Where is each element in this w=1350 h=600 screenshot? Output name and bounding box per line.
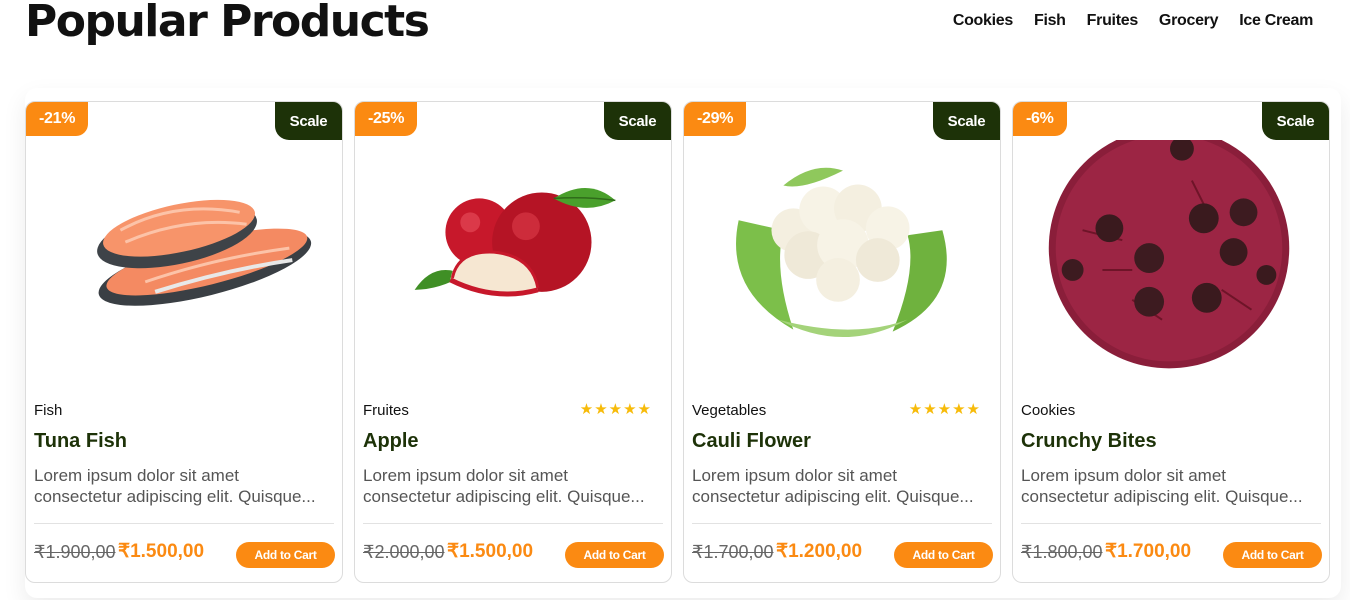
product-category: Fruites [363,402,409,419]
divider [363,523,663,524]
new-price: ₹1.500,00 [447,541,534,562]
product-image[interactable] [26,140,342,390]
description-line: consectetur adipiscing elit. Quisque... [363,487,645,506]
star-icon: ★ [608,401,623,418]
description-line: consectetur adipiscing elit. Quisque... [34,487,316,506]
star-icon: ★ [637,401,651,418]
product-name[interactable]: Cauli Flower [692,430,811,453]
product-card[interactable]: -29% Scale Vegetables ★ ★ ★ ★ ★ Cauli Fl… [683,101,1001,583]
star-icon: ★ [952,401,966,418]
red-velvet-cookie-icon [1048,127,1290,369]
rating-stars: ★ ★ ★ ★ ★ [580,402,651,417]
nav-item-fruites[interactable]: Fruites [1087,10,1139,32]
divider [1021,523,1321,524]
product-card[interactable]: -25% Scale Fruites ★ ★ ★ ★ ★ Apple Lorem… [354,101,672,583]
new-price: ₹1.200,00 [776,541,863,562]
star-icon: ★ [937,401,952,418]
product-description: Lorem ipsum dolor sit amet consectetur a… [34,465,334,507]
product-image[interactable] [684,140,1000,390]
star-icon: ★ [908,401,923,418]
product-card[interactable]: -21% Scale Fish Tuna Fish Lorem ipsum do… [25,101,343,583]
scale-badge: Scale [1262,102,1329,140]
cauliflower-icon [736,167,947,338]
old-price: ₹1.800,00 [1021,542,1103,562]
description-line: consectetur adipiscing elit. Quisque... [1021,487,1303,506]
product-grid: -21% Scale Fish Tuna Fish Lorem ipsum do… [25,101,1330,583]
description-line: Lorem ipsum dolor sit amet [1021,466,1227,485]
product-category: Fish [34,402,63,419]
discount-badge: -29% [684,102,747,136]
divider [692,523,992,524]
divider [34,523,334,524]
product-name[interactable]: Crunchy Bites [1021,430,1157,453]
star-icon: ★ [579,401,594,418]
product-image[interactable] [1013,127,1329,390]
star-icon: ★ [594,401,608,418]
product-name[interactable]: Apple [363,430,419,453]
discount-badge: -6% [1013,102,1067,136]
nav-item-grocery[interactable]: Grocery [1159,10,1219,32]
add-to-cart-button[interactable]: Add to Cart [565,542,664,568]
nav-item-ice-cream[interactable]: Ice Cream [1239,10,1313,32]
page-title: Popular Products [25,0,430,47]
add-to-cart-button[interactable]: Add to Cart [894,542,993,568]
description-line: consectetur adipiscing elit. Quisque... [692,487,974,506]
product-description: Lorem ipsum dolor sit amet consectetur a… [1021,465,1321,507]
add-to-cart-button[interactable]: Add to Cart [236,542,335,568]
product-description: Lorem ipsum dolor sit amet consectetur a… [363,465,663,507]
new-price: ₹1.700,00 [1105,541,1192,562]
product-category: Cookies [1021,402,1076,419]
old-price: ₹1.700,00 [692,542,774,562]
description-line: Lorem ipsum dolor sit amet [34,466,240,485]
old-price: ₹2.000,00 [363,542,445,562]
category-nav: Cookies Fish Fruites Grocery Ice Cream [953,10,1313,32]
star-icon: ★ [923,401,937,418]
rating-stars: ★ ★ ★ ★ ★ [909,402,980,417]
discount-badge: -25% [355,102,418,136]
scale-badge: Scale [604,102,671,140]
nav-item-fish[interactable]: Fish [1034,10,1066,32]
add-to-cart-button[interactable]: Add to Cart [1223,542,1322,568]
product-category: Vegetables [692,402,767,419]
product-name[interactable]: Tuna Fish [34,430,127,453]
scale-badge: Scale [275,102,342,140]
discount-badge: -21% [26,102,89,136]
star-icon: ★ [623,401,637,418]
product-card[interactable]: -6% Scale Cookies Crunchy Bites Lorem ip… [1012,101,1330,583]
new-price: ₹1.500,00 [118,541,205,562]
description-line: Lorem ipsum dolor sit amet [363,466,569,485]
salmon-steak-icon [97,199,312,306]
nav-item-cookies[interactable]: Cookies [953,10,1013,32]
star-icon: ★ [966,401,980,418]
product-image[interactable] [355,140,671,390]
scale-badge: Scale [933,102,1000,140]
apples-icon [414,187,616,297]
description-line: Lorem ipsum dolor sit amet [692,466,898,485]
old-price: ₹1.900,00 [34,542,116,562]
product-description: Lorem ipsum dolor sit amet consectetur a… [692,465,992,507]
